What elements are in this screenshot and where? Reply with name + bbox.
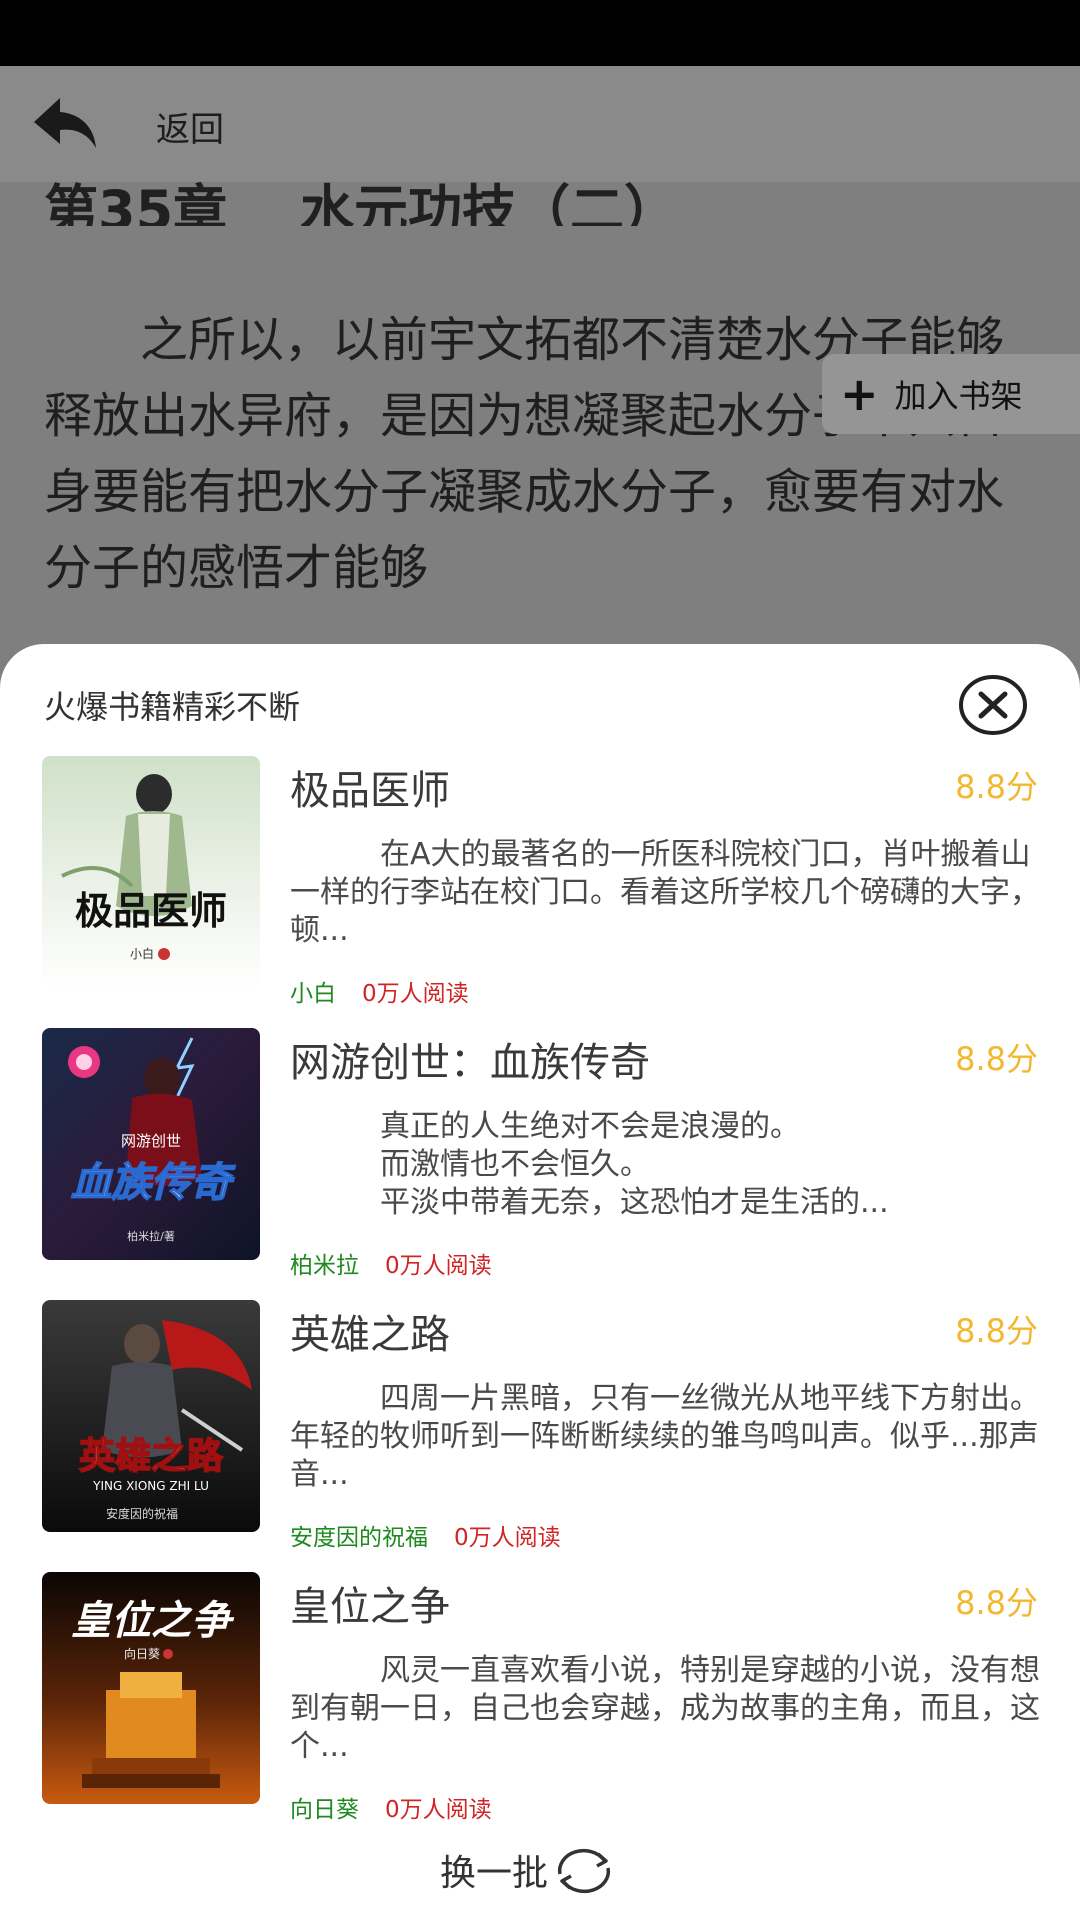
book-description: 风灵一直喜欢看小说，特别是穿越的小说，没有想到有朝一日，自己也会穿越，成为故事的… <box>290 1653 1040 1764</box>
book-author: 向日葵 <box>290 1797 359 1823</box>
back-arrow-icon[interactable] <box>30 92 100 152</box>
chapter-paragraph: 之所以，以前宇文拓都不清楚水分子能够释放出水异府，是因为想凝聚起水分子不只自身要… <box>44 312 1005 596</box>
book-score: 8.8分 <box>955 1584 1038 1622</box>
book-title[interactable]: 英雄之路 <box>290 1302 450 1360</box>
cover-author: 向日葵 <box>124 1646 160 1661</box>
book-readers: 0万人阅读 <box>385 1253 492 1279</box>
book-readers: 0万人阅读 <box>454 1525 561 1551</box>
book-title[interactable]: 皇位之争 <box>290 1574 450 1632</box>
book-author: 安度因的祝福 <box>290 1525 428 1551</box>
refresh-icon <box>552 1844 616 1896</box>
cover-author: 安度因的祝福 <box>106 1506 178 1521</box>
close-icon[interactable] <box>958 674 1028 736</box>
book-title[interactable]: 网游创世：血族传奇 <box>290 1030 650 1088</box>
cover-author: 柏米拉/著 <box>127 1229 175 1243</box>
status-bar <box>0 0 1080 66</box>
cover-title: 英雄之路 <box>79 1436 224 1477</box>
book-score: 8.8分 <box>955 768 1038 806</box>
book-meta: 柏米拉 0万人阅读 <box>290 1246 492 1280</box>
book-item[interactable]: 英雄之路 YING XIONG ZHI LU 安度因的祝福 英雄之路 8.8分 … <box>42 1300 1042 1552</box>
book-cover[interactable]: 皇位之争 向日葵 <box>42 1572 260 1804</box>
refresh-batch-label: 换一批 <box>440 1853 549 1894</box>
book-score: 8.8分 <box>955 1040 1038 1078</box>
cover-title: 极品医师 <box>75 889 227 933</box>
book-meta: 向日葵 0万人阅读 <box>290 1790 492 1824</box>
book-description-line: 平淡中带着无奈，这恐怕才是生活的... <box>290 1185 889 1220</box>
book-item[interactable]: 网游创世 血族传奇 柏米拉/著 网游创世：血族传奇 8.8分 真正的人生绝对不会… <box>42 1028 1042 1280</box>
add-to-bookshelf-button[interactable]: + 加入书架 <box>822 354 1080 434</box>
book-cover[interactable]: 网游创世 血族传奇 柏米拉/著 <box>42 1028 260 1260</box>
add-to-bookshelf-label: 加入书架 <box>894 377 1023 415</box>
reader-top-bar: 返回 <box>0 66 1080 182</box>
book-readers: 0万人阅读 <box>362 981 469 1007</box>
book-item[interactable]: 皇位之争 向日葵 皇位之争 8.8分 风灵一直喜欢看小说，特别是穿越的小说，没有… <box>42 1572 1042 1824</box>
book-meta: 安度因的祝福 0万人阅读 <box>290 1518 561 1552</box>
book-description: 四周一片黑暗，只有一丝微光从地平线下方射出。年轻的牧师听到一阵断断续续的雏鸟鸣叫… <box>290 1381 1040 1492</box>
recommend-sheet: 火爆书籍精彩不断 极品医师 小白 极品医师 8.8分 在A大的最著名的一所医科院… <box>0 644 1080 1920</box>
book-title[interactable]: 极品医师 <box>290 758 450 816</box>
sheet-title: 火爆书籍精彩不断 <box>44 688 301 726</box>
book-description: 真正的人生绝对不会是浪漫的。 而激情也不会恒久。 平淡中带着无奈，这恐怕才是生活… <box>290 1108 1050 1222</box>
book-item[interactable]: 极品医师 小白 极品医师 8.8分 在A大的最著名的一所医科院校门口，肖叶搬着山… <box>42 756 1042 1008</box>
book-score: 8.8分 <box>955 1312 1038 1350</box>
book-readers: 0万人阅读 <box>385 1797 492 1823</box>
cover-title: 皇位之争 <box>71 1598 235 1644</box>
book-cover[interactable]: 英雄之路 YING XIONG ZHI LU 安度因的祝福 <box>42 1300 260 1532</box>
book-description-line: 而激情也不会恒久。 <box>290 1147 650 1182</box>
book-description: 在A大的最著名的一所医科院校门口，肖叶搬着山一样的行李站在校门口。看着这所学校几… <box>290 837 1040 948</box>
book-author: 小白 <box>290 981 336 1007</box>
book-meta: 小白 0万人阅读 <box>290 974 469 1008</box>
book-cover[interactable]: 极品医师 小白 <box>42 756 260 988</box>
book-description-line: 真正的人生绝对不会是浪漫的。 <box>290 1109 800 1144</box>
back-button[interactable]: 返回 <box>156 102 224 151</box>
plus-icon: + <box>840 367 879 421</box>
cover-subtitle: YING XIONG ZHI LU <box>92 1479 209 1493</box>
book-author: 柏米拉 <box>290 1253 359 1279</box>
cover-title: 血族传奇 <box>71 1160 236 1206</box>
refresh-batch-button[interactable]: 换一批 <box>440 1840 616 1900</box>
chapter-text: 之所以，以前宇文拓都不清楚水分子能够释放出水异府，是因为想凝聚起水分子不只自身要… <box>44 302 1044 606</box>
cover-author: 小白 <box>130 946 154 961</box>
cover-subtitle: 网游创世 <box>121 1132 181 1150</box>
